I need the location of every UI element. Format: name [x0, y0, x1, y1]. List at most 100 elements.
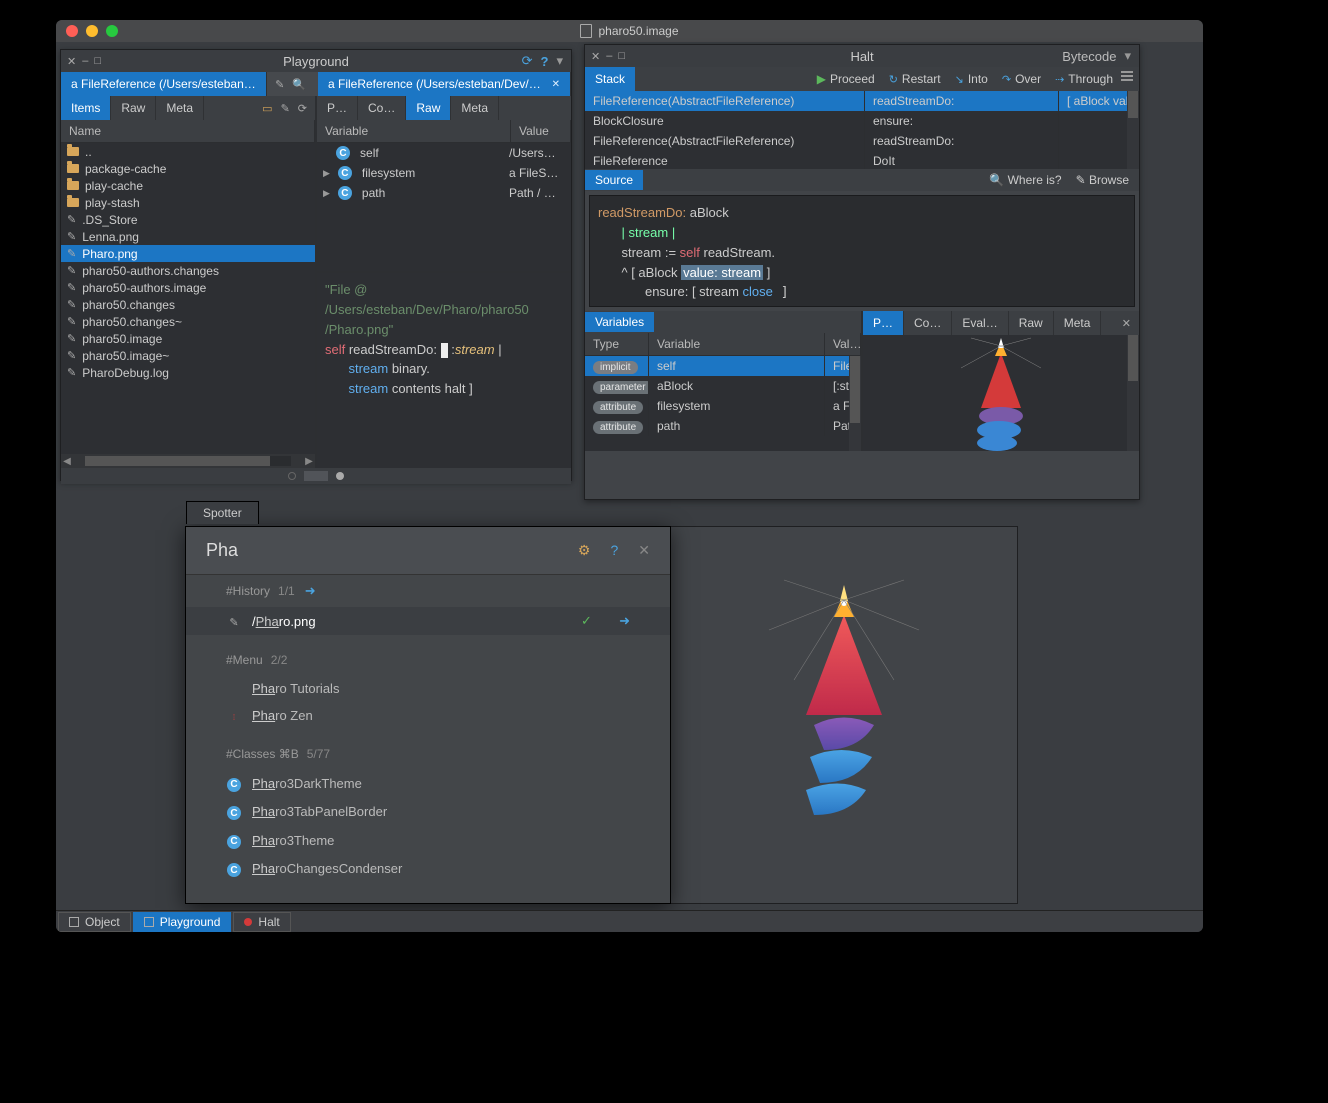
folder-icon[interactable]: ▭: [262, 102, 272, 115]
spotter-item[interactable]: CPharoChangesCondenser: [186, 855, 670, 884]
edit-icon[interactable]: ✎: [281, 102, 290, 115]
v-scrollbar[interactable]: [849, 356, 861, 451]
browse-link[interactable]: ✎ Browse: [1076, 173, 1129, 187]
close-icon[interactable]: ✕: [1122, 317, 1131, 330]
list-item[interactable]: package-cache: [61, 160, 315, 177]
source-editor[interactable]: readStreamDo: aBlock | stream | stream :…: [589, 195, 1135, 307]
spotter-item[interactable]: ⁞Pharo Zen: [186, 702, 670, 729]
spotter-search-input[interactable]: Pha ⚙ ? ✕: [186, 527, 670, 575]
column-variable[interactable]: Variable: [317, 120, 511, 143]
window-icon: [69, 917, 79, 927]
pharo-logo-icon: [951, 338, 1051, 448]
column-value[interactable]: Value: [511, 120, 571, 143]
stack-table[interactable]: FileReference(AbstractFileReference)read…: [585, 91, 1139, 169]
v-scrollbar[interactable]: [1127, 335, 1139, 451]
list-item[interactable]: ✎PharoDebug.log: [61, 364, 315, 381]
pill-p[interactable]: P…: [317, 96, 358, 120]
over-button[interactable]: ↷Over: [1002, 72, 1041, 86]
image-preview: [863, 335, 1139, 451]
list-item[interactable]: ▶CpathPath / …: [317, 183, 571, 203]
close-icon[interactable]: ✕: [638, 542, 650, 559]
list-item[interactable]: Cself/Users…: [317, 143, 571, 163]
into-button[interactable]: ↘Into: [955, 72, 988, 86]
help-icon[interactable]: ?: [610, 542, 618, 559]
list-item[interactable]: play-cache: [61, 177, 315, 194]
close-tab-icon[interactable]: ✕: [552, 79, 560, 90]
expand-icon[interactable]: ▶: [323, 168, 330, 179]
list-item[interactable]: ✎pharo50.image: [61, 330, 315, 347]
code-editor[interactable]: "File @ /Users/esteban/Dev/Pharo/pharo50…: [317, 273, 571, 468]
spotter-item[interactable]: CPharo3TabPanelBorder: [186, 798, 670, 827]
playground-window: ✕ – □ Playground ⟳ ? ▾ a FileReference (…: [60, 49, 572, 481]
edit-icon[interactable]: ✎: [275, 78, 284, 91]
pill-p[interactable]: P…: [863, 311, 904, 335]
list-item[interactable]: ✎pharo50.changes: [61, 296, 315, 313]
spotter-item[interactable]: ✎/Pharo.png✓ ➜: [186, 607, 670, 635]
where-is-link[interactable]: 🔍 Where is?: [989, 173, 1061, 187]
variable-list[interactable]: implicitselfFileparameteraBlock[:stattri…: [585, 356, 861, 451]
list-item[interactable]: ▶Cfilesystema FileS…: [317, 163, 571, 183]
spotter-item[interactable]: CPharo3Theme: [186, 826, 670, 855]
pill-eval[interactable]: Eval…: [952, 311, 1008, 335]
tab-fileref-right[interactable]: a FileReference (/Users/esteban/Dev/Ph… …: [318, 72, 571, 96]
table-row[interactable]: implicitselfFile: [585, 356, 861, 376]
variable-list[interactable]: Cself/Users…▶Cfilesystema FileS…▶CpathPa…: [317, 143, 571, 273]
playground-titlebar[interactable]: ✕ – □ Playground ⟳ ? ▾: [61, 50, 571, 72]
spotter-item[interactable]: CPharo3DarkTheme: [186, 769, 670, 798]
restart-button[interactable]: ↻Restart: [889, 72, 941, 86]
list-item[interactable]: ✎.DS_Store: [61, 211, 315, 228]
search-icon[interactable]: 🔍: [292, 78, 306, 91]
table-row[interactable]: parameteraBlock[:st: [585, 376, 861, 396]
through-button[interactable]: ⇢Through: [1055, 72, 1113, 86]
spotter-results[interactable]: #History1/1 ➜✎/Pharo.png✓ ➜#Menu2/2Pharo…: [186, 575, 670, 903]
pager[interactable]: [61, 468, 571, 484]
table-row[interactable]: FileReference(AbstractFileReference)read…: [585, 91, 1139, 111]
list-item[interactable]: ✎pharo50-authors.image: [61, 279, 315, 296]
titlebar[interactable]: pharo50.image: [56, 20, 1203, 42]
table-row[interactable]: attributefilesystema Fi: [585, 396, 861, 416]
menu-icon[interactable]: [1121, 71, 1133, 81]
arrow-right-icon[interactable]: ➜: [305, 583, 316, 598]
arrow-right-icon[interactable]: ➜: [619, 613, 630, 629]
refresh-icon[interactable]: ⟳: [298, 102, 307, 115]
class-icon: C: [227, 778, 241, 792]
expand-icon[interactable]: ▶: [323, 188, 330, 199]
list-item[interactable]: ✎Lenna.png: [61, 228, 315, 245]
expand-icon[interactable]: [323, 148, 328, 158]
pill-raw[interactable]: Raw: [406, 96, 451, 120]
list-item[interactable]: ..: [61, 143, 315, 160]
spotter-tab[interactable]: Spotter: [186, 501, 259, 524]
list-item[interactable]: ✎pharo50-authors.changes: [61, 262, 315, 279]
list-item[interactable]: ✎pharo50.image~: [61, 347, 315, 364]
h-scrollbar[interactable]: ◀▶: [61, 454, 315, 468]
spotter-item[interactable]: Pharo Tutorials: [186, 675, 670, 702]
task-halt[interactable]: Halt: [233, 912, 290, 932]
list-item[interactable]: ✎Pharo.png: [61, 245, 315, 262]
table-row[interactable]: BlockClosureensure:: [585, 111, 1139, 131]
table-row[interactable]: attributepathPatl: [585, 416, 861, 436]
column-name[interactable]: Name: [61, 120, 315, 143]
v-scrollbar[interactable]: [1127, 91, 1139, 169]
pill-co[interactable]: Co…: [904, 311, 952, 335]
halt-titlebar[interactable]: ✕ – □ Halt Bytecode ▾: [585, 45, 1139, 67]
pill-raw[interactable]: Raw: [1009, 311, 1054, 335]
col-variable[interactable]: Variable: [649, 333, 825, 356]
gear-icon[interactable]: ⚙: [578, 542, 591, 559]
pill-raw[interactable]: Raw: [111, 96, 156, 120]
pill-meta[interactable]: Meta: [156, 96, 204, 120]
task-object[interactable]: Object: [58, 912, 131, 932]
pill-meta[interactable]: Meta: [1054, 311, 1102, 335]
task-playground[interactable]: Playground: [133, 912, 232, 932]
col-value[interactable]: Val…: [825, 333, 861, 356]
col-type[interactable]: Type: [585, 333, 649, 356]
tab-fileref-left[interactable]: a FileReference (/Users/esteban/Dev/Ph…: [61, 72, 267, 96]
list-item[interactable]: ✎pharo50.changes~: [61, 313, 315, 330]
list-item[interactable]: play-stash: [61, 194, 315, 211]
proceed-button[interactable]: ▶Proceed: [817, 72, 875, 86]
file-list[interactable]: ..package-cacheplay-cacheplay-stash✎.DS_…: [61, 143, 315, 454]
pill-meta[interactable]: Meta: [451, 96, 499, 120]
pill-co[interactable]: Co…: [358, 96, 406, 120]
pill-items[interactable]: Items: [61, 96, 111, 120]
table-row[interactable]: FileReference(AbstractFileReference)read…: [585, 131, 1139, 151]
table-row[interactable]: FileReferenceDoIt: [585, 151, 1139, 169]
